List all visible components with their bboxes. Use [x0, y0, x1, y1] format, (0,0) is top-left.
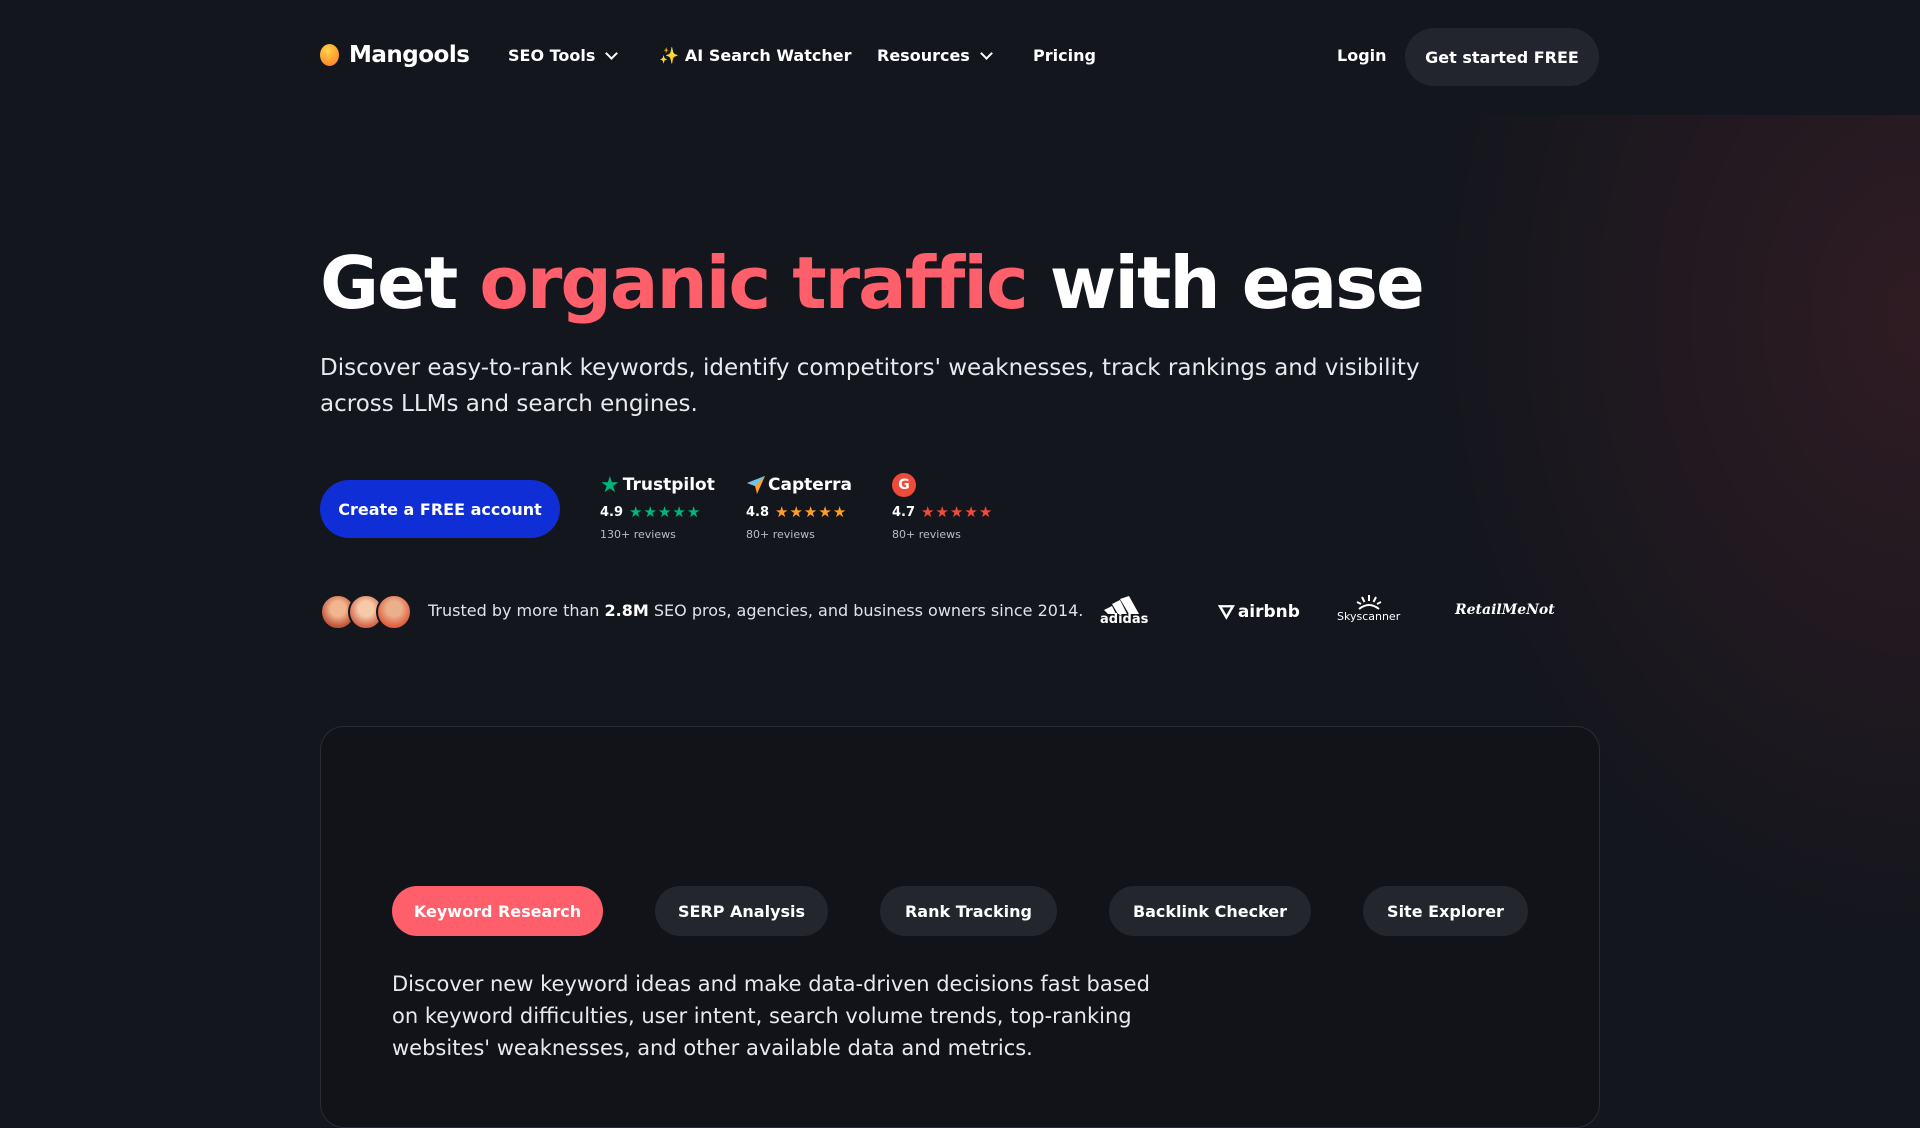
avatar — [376, 594, 412, 630]
hero-title-start: Get — [320, 241, 480, 325]
rating-trustpilot[interactable]: ★ Trustpilot 4.9 ★★★★★ 130+ reviews — [600, 472, 715, 542]
create-free-account-button[interactable]: Create a FREE account — [320, 480, 560, 538]
tab-backlink-checker[interactable]: Backlink Checker — [1109, 886, 1311, 936]
hero-title-accent: organic traffic — [479, 241, 1028, 325]
nav-resources[interactable]: Resources — [877, 46, 993, 65]
hero-title: Get organic traffic with ease — [320, 238, 1425, 328]
hero-title-end: with ease — [1026, 241, 1425, 325]
adidas-wordmark: adidas — [1100, 612, 1149, 627]
rating-brand: Trustpilot — [622, 475, 715, 495]
skyscanner-sunrise-icon — [1356, 595, 1382, 610]
get-started-button[interactable]: Get started FREE — [1405, 28, 1599, 86]
airbnb-wordmark: airbnb — [1237, 602, 1300, 622]
rating-reviews: 80+ reviews — [892, 528, 961, 541]
tab-serp-analysis[interactable]: SERP Analysis — [655, 886, 828, 936]
airbnb-logo: ⛛ airbnb — [1218, 600, 1300, 624]
trusted-by-text: Trusted by more than 2.8M SEO pros, agen… — [428, 601, 1083, 620]
rating-reviews: 80+ reviews — [746, 528, 815, 541]
rating-g2[interactable]: G 4.7 ★★★★★ 80+ reviews — [892, 472, 993, 541]
hero-subtitle: Discover easy-to-rank keywords, identify… — [320, 355, 1420, 417]
trustpilot-star-icon: ★ — [600, 472, 620, 498]
g2-logo-icon: G — [892, 473, 916, 497]
trusted-suffix: SEO pros, agencies, and business owners … — [648, 601, 1084, 620]
customer-avatars — [320, 594, 412, 630]
nav-pricing[interactable]: Pricing — [1033, 46, 1096, 65]
trusted-count: 2.8M — [604, 601, 649, 620]
adidas-logo: adidas — [1100, 596, 1148, 627]
stars-icon: ★★★★★ — [921, 503, 994, 521]
nav-ai-search-watcher-label: AI Search Watcher — [684, 46, 852, 65]
nav-pricing-label: Pricing — [1033, 46, 1096, 65]
stars-icon: ★★★★★ — [629, 503, 702, 521]
logo-text: Mangools — [349, 42, 470, 68]
skyscanner-wordmark: Skyscanner — [1337, 610, 1401, 623]
sparkle-icon: ✨ — [659, 46, 679, 65]
nav-ai-search-watcher[interactable]: ✨ AI Search Watcher — [659, 46, 851, 65]
tab-site-explorer[interactable]: Site Explorer — [1363, 886, 1528, 936]
stars-icon: ★★★★★ — [775, 503, 848, 521]
chevron-down-icon — [979, 46, 993, 60]
rating-score: 4.9 — [600, 504, 624, 520]
airbnb-belo-icon: ⛛ — [1218, 600, 1235, 624]
trusted-prefix: Trusted by more than — [428, 601, 605, 620]
chevron-down-icon — [605, 46, 619, 60]
tab-rank-tracking[interactable]: Rank Tracking — [880, 886, 1057, 936]
nav-resources-label: Resources — [877, 46, 970, 65]
rating-brand: Capterra — [768, 475, 853, 495]
mangools-logo[interactable]: Mangools — [320, 40, 470, 70]
logo-mark-icon — [320, 44, 339, 66]
nav-seo-tools-label: SEO Tools — [508, 46, 596, 65]
rating-capterra[interactable]: Capterra 4.8 ★★★★★ 80+ reviews — [746, 472, 852, 541]
rating-score: 4.8 — [746, 504, 770, 520]
retailmenot-logo: RetailMeNot — [1455, 602, 1555, 618]
rating-score: 4.7 — [892, 504, 916, 520]
tab-keyword-research[interactable]: Keyword Research — [392, 886, 603, 936]
feature-description: Discover new keyword ideas and make data… — [392, 972, 1150, 1060]
login-link[interactable]: Login — [1337, 46, 1387, 65]
skyscanner-logo: Skyscanner — [1337, 594, 1400, 623]
rating-reviews: 130+ reviews — [600, 528, 676, 541]
capterra-arrow-icon — [747, 476, 765, 494]
nav-seo-tools[interactable]: SEO Tools — [508, 46, 619, 65]
